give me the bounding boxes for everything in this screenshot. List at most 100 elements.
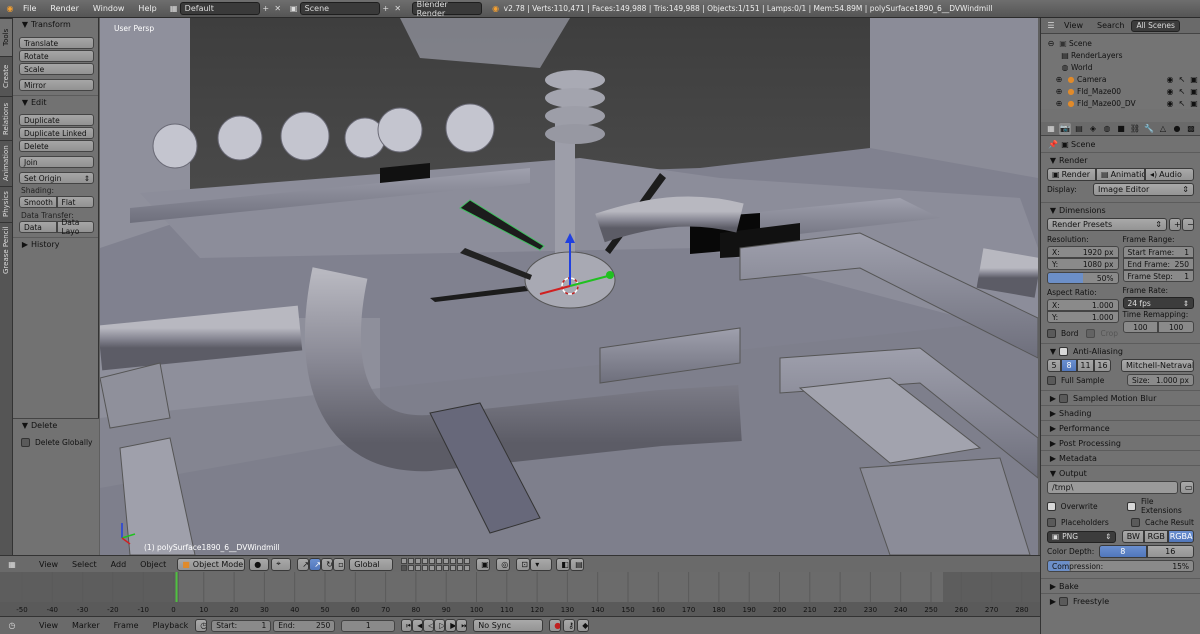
join-button[interactable]: Join (19, 156, 94, 168)
color-rgba-button[interactable]: RGBA (1168, 530, 1194, 543)
play-reverse-button[interactable]: ◁ (423, 619, 435, 632)
pivot-dropdown[interactable]: ⌖ (271, 557, 292, 571)
record-button[interactable]: ● (549, 619, 562, 632)
remap-new-field[interactable]: 100 (1158, 321, 1194, 333)
3d-viewport[interactable]: User Persp (1) polySurface1890_6__DVWind… (100, 18, 1038, 555)
menu-window[interactable]: Window (86, 4, 132, 13)
file-extensions-checkbox[interactable] (1127, 501, 1136, 511)
crop-checkbox[interactable] (1086, 328, 1096, 338)
tl-menu-marker[interactable]: Marker (65, 621, 107, 630)
start-frame-field[interactable]: Start Frame: 1 (1122, 246, 1194, 258)
prev-key-button[interactable]: ◀ (412, 619, 424, 632)
delete-operator-header[interactable]: ▼ Delete (13, 419, 99, 432)
post-processing-panel-header[interactable]: ▶ Post Processing (1041, 435, 1200, 450)
data-layout-button[interactable]: Data Layo (56, 218, 94, 236)
outliner-editor-icon[interactable]: ☰ (1045, 20, 1057, 32)
res-percentage-field[interactable]: 50% (1047, 272, 1119, 284)
constraints-tab-icon[interactable]: ⛓ (1129, 123, 1141, 135)
browse-folder-button[interactable]: ▭ (1180, 481, 1194, 494)
world-tab-icon[interactable]: ◍ (1101, 123, 1113, 135)
translate-button[interactable]: Translate (19, 37, 94, 49)
texture-tab-icon[interactable]: ▩ (1185, 123, 1197, 135)
vp-menu-view[interactable]: View (32, 560, 65, 569)
transform-panel-header[interactable]: ▼ Transform (13, 18, 98, 31)
depth-8-button[interactable]: 8 (1099, 545, 1147, 558)
manipulator-toggle[interactable]: ↗ (297, 557, 310, 571)
outliner-item-fld-maze00-dv[interactable]: ⊕ ● Fld_Maze00_DV ◉ ↖ ▣ (1045, 97, 1200, 109)
end-frame-field[interactable]: End: 250 (273, 619, 336, 632)
motion-blur-checkbox[interactable] (1059, 393, 1068, 403)
eye-icon[interactable]: ◉ (1164, 73, 1176, 85)
color-rgb-button[interactable]: RGB (1144, 530, 1169, 543)
motion-blur-panel-header[interactable]: ▶ Sampled Motion Blur (1041, 390, 1200, 405)
display-dropdown[interactable]: Image Editor ⇕ (1093, 183, 1194, 196)
render-tab-icon[interactable]: 📷 (1059, 122, 1071, 135)
outliner-display-mode[interactable]: All Scenes (1131, 19, 1180, 32)
shading-panel-header[interactable]: ▶ Shading (1041, 405, 1200, 420)
res-y-field[interactable]: Y: 1080 px (1047, 258, 1119, 270)
file-format-dropdown[interactable]: ▣ PNG ⇕ (1047, 530, 1117, 543)
vp-menu-add[interactable]: Add (104, 560, 134, 569)
render-button[interactable]: ▣ Render (1047, 168, 1096, 181)
delete-button[interactable]: Delete (19, 140, 94, 152)
jump-end-button[interactable]: ⏭ (456, 619, 468, 632)
full-sample-checkbox[interactable] (1047, 375, 1056, 385)
anti-aliasing-checkbox[interactable] (1059, 347, 1068, 356)
modifiers-tab-icon[interactable]: 🔧 (1143, 123, 1155, 135)
timeline-canvas[interactable]: -50 -40 -30 -20 -10 0 10 20 30 40 50 60 70 80 90 100 110… (0, 572, 1040, 616)
timeline[interactable]: -50 -40 -30 -20 -10 0 10 20 30 40 50 60 70 80 90 100 110… (0, 572, 1040, 616)
aa-samples-8[interactable]: 8 (1061, 359, 1077, 372)
eye-icon[interactable]: ◉ (1164, 85, 1176, 97)
flat-button[interactable]: Flat (56, 196, 94, 208)
pin-icon[interactable]: 📌 (1047, 138, 1059, 150)
smooth-button[interactable]: Smooth (19, 196, 57, 208)
outliner-menu-view[interactable]: View (1057, 21, 1090, 30)
render-icon[interactable]: ▣ (1188, 85, 1200, 97)
screen-layout-field[interactable]: Default (179, 2, 260, 15)
duplicate-linked-button[interactable]: Duplicate Linked (19, 127, 94, 139)
outliner-item-fld-maze00[interactable]: ⊕ ● Fld_Maze00 ◉ ↖ ▣ (1045, 85, 1200, 97)
cursor-icon[interactable]: ↖ (1176, 97, 1188, 109)
data-tab-icon[interactable]: △ (1157, 123, 1169, 135)
render-anim-button[interactable]: ▤ (570, 557, 585, 571)
lock-layers-button[interactable]: ▣ (476, 557, 491, 571)
edit-panel-header[interactable]: ▼ Edit (13, 95, 98, 108)
menu-file[interactable]: File (16, 4, 43, 13)
mirror-button[interactable]: Mirror (19, 79, 94, 91)
preview-range-button[interactable]: ◷ (195, 619, 208, 632)
snap-element-dropdown[interactable]: ▾ (530, 557, 553, 571)
add-layout-icon[interactable]: + (260, 3, 272, 15)
anti-aliasing-header[interactable]: ▼ Anti-Aliasing (1041, 344, 1200, 359)
shading-dropdown[interactable]: ● (249, 557, 270, 571)
next-key-button[interactable]: ▶ (445, 619, 457, 632)
remove-preset-button[interactable]: − (1182, 218, 1194, 231)
scene-icon[interactable]: ▣ (288, 3, 300, 15)
add-scene-icon[interactable]: + (380, 3, 392, 15)
tl-menu-view[interactable]: View (32, 621, 65, 630)
rotate-manipulator[interactable]: ↻ (321, 557, 334, 571)
properties-editor-icon[interactable]: ▦ (1045, 123, 1057, 135)
scale-button[interactable]: Scale (19, 63, 94, 75)
aa-samples-11[interactable]: 11 (1077, 359, 1094, 372)
animation-button[interactable]: ▤Animation (1096, 168, 1145, 181)
frame-step-field[interactable]: Frame Step: 1 (1122, 270, 1194, 282)
eye-icon[interactable]: ◉ (1164, 97, 1176, 109)
translate-manipulator[interactable]: ↗ (309, 557, 322, 571)
audio-button[interactable]: ◂) Audio (1145, 168, 1194, 181)
outliner-item-camera[interactable]: ⊕ ● Camera ◉ ↖ ▣ (1045, 73, 1200, 85)
history-panel-header[interactable]: ▶ History (13, 237, 98, 250)
outliner-item-renderlayers[interactable]: ▤ RenderLayers (1045, 49, 1200, 61)
keying-set-button[interactable]: ⚷ (563, 619, 576, 632)
depth-16-button[interactable]: 16 (1146, 545, 1194, 558)
filter-size-field[interactable]: Size: 1.000 px (1127, 374, 1194, 386)
tl-menu-playback[interactable]: Playback (146, 621, 196, 630)
color-bw-button[interactable]: BW (1122, 530, 1145, 543)
jump-start-button[interactable]: ⏮ (401, 619, 413, 632)
add-preset-button[interactable]: + (1169, 218, 1181, 231)
snap-button[interactable]: ⊡ (516, 557, 531, 571)
blender-logo-icon[interactable]: ◉ (4, 3, 16, 15)
scene-field[interactable]: Scene (299, 2, 380, 15)
border-checkbox[interactable] (1047, 328, 1056, 338)
menu-help[interactable]: Help (131, 4, 163, 13)
fps-dropdown[interactable]: 24 fps ⇕ (1122, 297, 1194, 309)
